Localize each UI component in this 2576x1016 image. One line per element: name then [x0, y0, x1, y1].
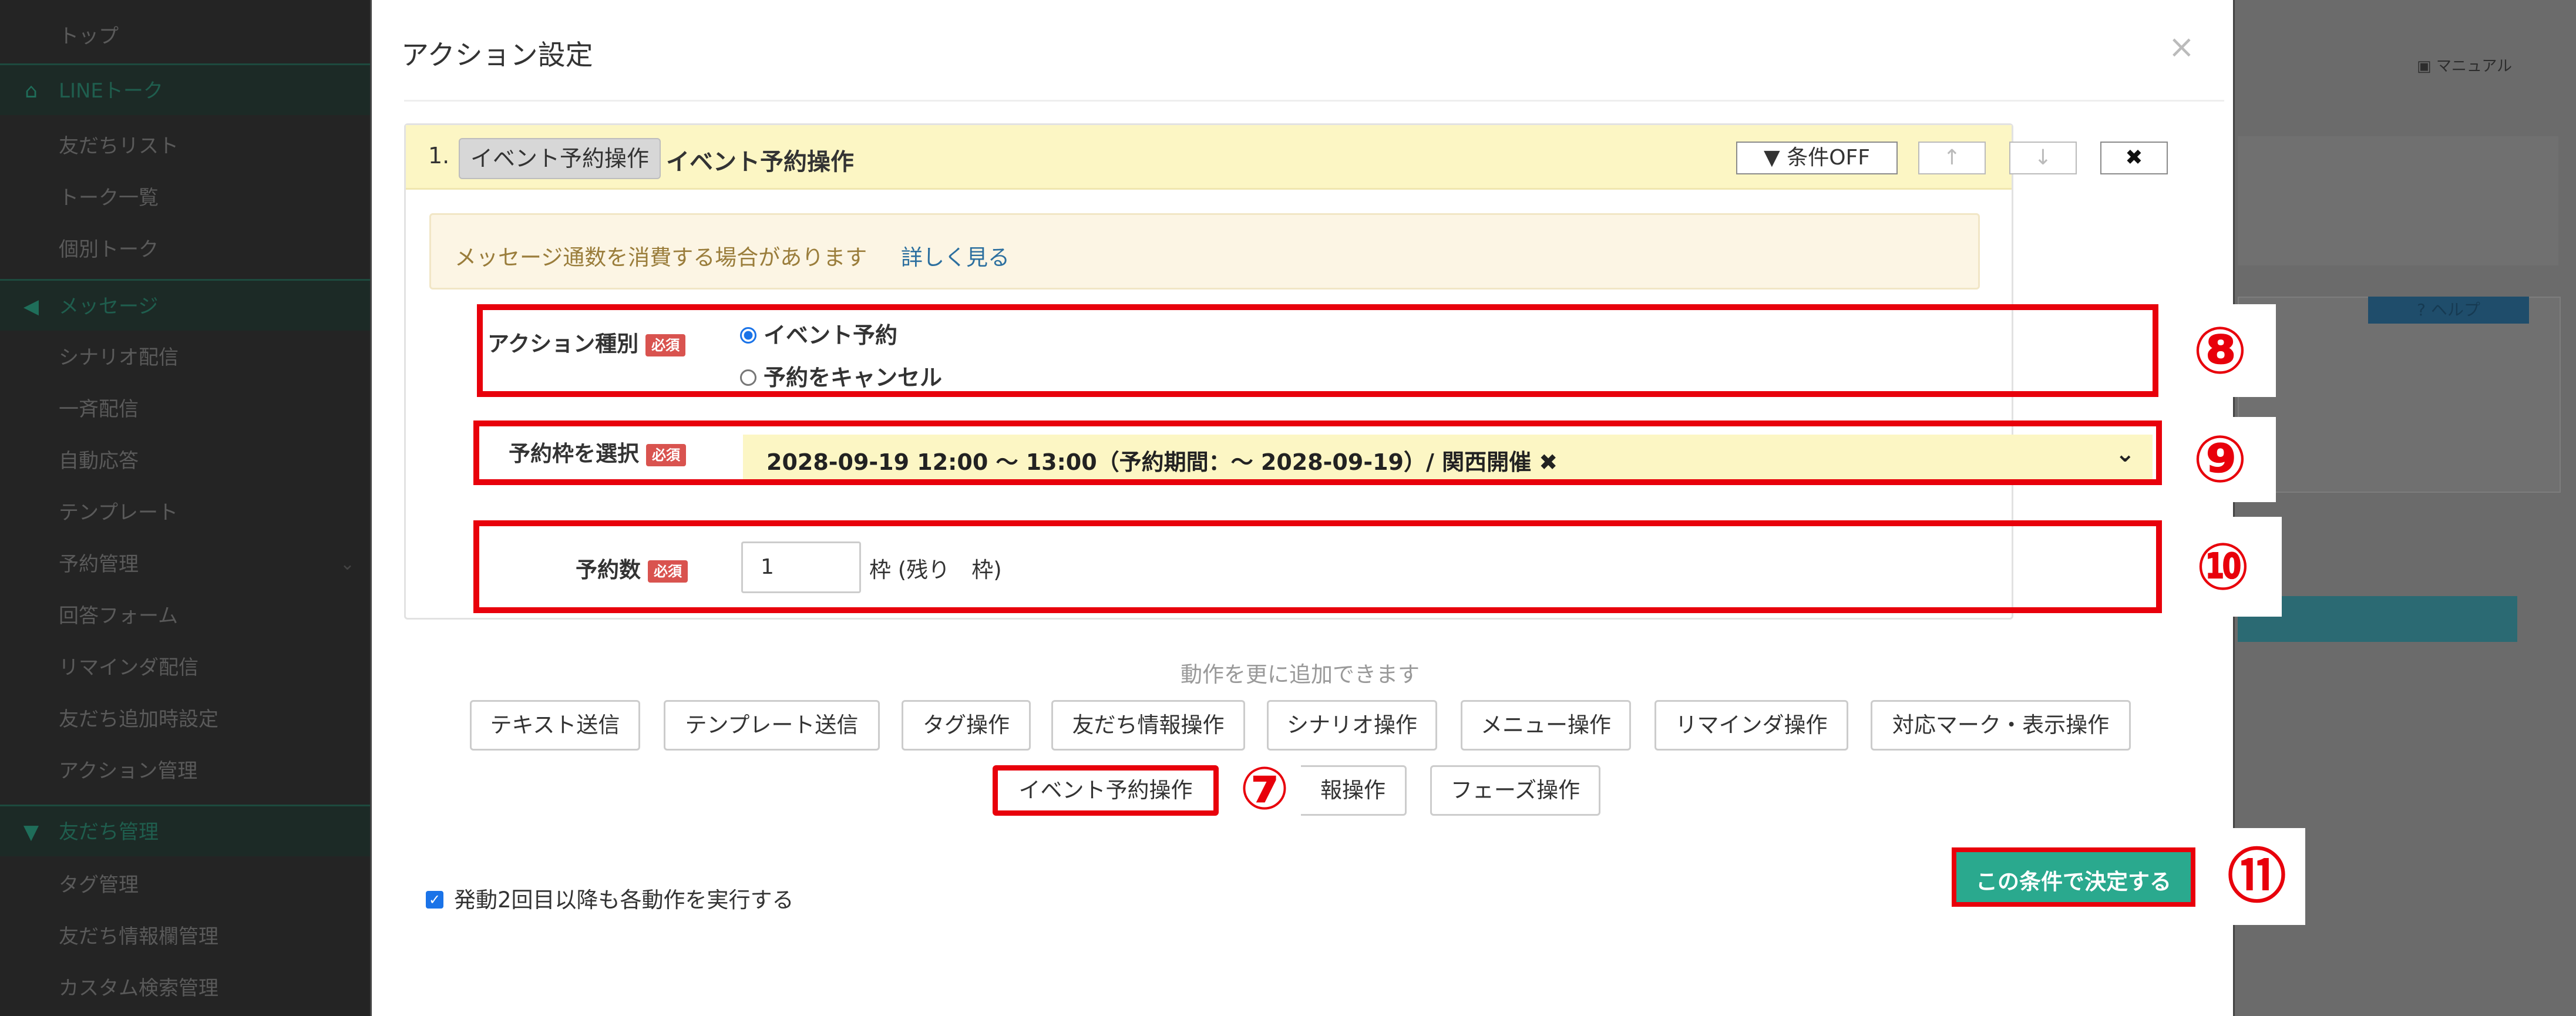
radio-checked-icon	[740, 327, 756, 344]
action-number: 1.	[428, 143, 450, 169]
sidebar-section-line-talk[interactable]: ⌂ LINEトーク	[0, 63, 370, 115]
sidebar-item-label: 予約管理	[59, 553, 139, 576]
op-phase-button[interactable]: フェーズ操作	[1430, 765, 1600, 816]
slot-label-text: 予約枠を選択	[509, 441, 639, 466]
sidebar-section-label: LINEトーク	[59, 79, 163, 103]
help-button[interactable]: ? ヘルプ	[2368, 297, 2529, 324]
radio-unchecked-icon	[740, 369, 756, 386]
sidebar-item-template[interactable]: テンプレート	[0, 487, 370, 539]
sidebar-section-label: 友だち管理	[59, 820, 159, 844]
sidebar: トップ ⌂ LINEトーク 友だちリスト トーク一覧 個別トーク ◀ メッセージ シ…	[0, 0, 370, 1016]
move-down-button[interactable]: ↓	[2009, 142, 2077, 174]
op-info-button[interactable]: 報操作	[1301, 765, 1407, 816]
op-template-send-button[interactable]: テンプレート送信	[664, 700, 880, 751]
action-type-pill: イベント予約操作	[459, 138, 661, 179]
sidebar-section-label: メッセージ	[59, 295, 159, 318]
checkbox-checked-icon: ✓	[426, 890, 443, 909]
sidebar-item-action-manage[interactable]: アクション管理	[0, 745, 370, 797]
action-type-label-text: アクション種別	[487, 331, 639, 356]
action-card-header: 1. イベント予約操作 イベント予約操作 ▼ 条件OFF ↑ ↓ ✖	[406, 125, 2168, 190]
background-panel	[2238, 136, 2558, 265]
count-remaining-text: 枠 (残り 枠)	[869, 557, 1002, 583]
sidebar-item-friend-add-settings[interactable]: 友だち追加時設定	[0, 694, 370, 745]
op-friend-info-button[interactable]: 友だち情報操作	[1051, 700, 1245, 751]
callout-8: ⑧	[2164, 304, 2276, 397]
help-icon: ?	[2417, 300, 2426, 319]
required-badge: 必須	[648, 560, 688, 583]
op-mark-display-button[interactable]: 対応マーク・表示操作	[1871, 700, 2131, 751]
sidebar-item-form[interactable]: 回答フォーム	[0, 590, 370, 642]
chevron-down-icon: ⌄	[339, 554, 355, 574]
sidebar-item-top[interactable]: トップ	[0, 11, 370, 62]
condition-toggle-button[interactable]: ▼ 条件OFF	[1736, 142, 1898, 174]
callout-11: ⑪	[2208, 828, 2305, 925]
megaphone-icon: ◀	[23, 295, 39, 318]
action-type-label: アクション種別 必須	[487, 326, 686, 358]
count-label-text: 予約数	[576, 557, 641, 583]
sidebar-item-tag-manage[interactable]: タグ管理	[0, 859, 370, 911]
sidebar-section-friends[interactable]: ▼ 友だち管理	[0, 805, 370, 856]
sidebar-item-scenario[interactable]: シナリオ配信	[0, 332, 370, 383]
condition-label: 条件OFF	[1787, 146, 1870, 170]
sidebar-item-reservation[interactable]: 予約管理 ⌄	[0, 539, 370, 590]
sidebar-item-individual-talk[interactable]: 個別トーク	[0, 224, 370, 275]
slot-label: 予約枠を選択 必須	[509, 436, 686, 467]
close-icon[interactable]: ×	[2168, 28, 2195, 65]
filter-icon: ▼	[23, 820, 39, 844]
op-menu-button[interactable]: メニュー操作	[1461, 700, 1631, 751]
op-scenario-button[interactable]: シナリオ操作	[1267, 700, 1437, 751]
sidebar-item-broadcast[interactable]: 一斉配信	[0, 383, 370, 435]
sidebar-item-reminder[interactable]: リマインダ配信	[0, 642, 370, 694]
arrow-up-icon: ↑	[1943, 146, 1961, 170]
close-icon: ✖	[2125, 146, 2143, 170]
radio-cancel-reserve[interactable]: 予約をキャンセル	[740, 359, 942, 392]
manual-link[interactable]: ▣ マニュアル	[2417, 54, 2512, 76]
callout-10: ⑩	[2164, 517, 2282, 617]
radio-label: 予約をキャンセル	[764, 365, 943, 391]
divider	[404, 100, 2224, 102]
repeat-checkbox-label: 発動2回目以降も各動作を実行する	[454, 887, 794, 913]
count-label: 予約数 必須	[576, 552, 688, 584]
sidebar-section-message[interactable]: ◀ メッセージ	[0, 279, 370, 331]
filter-icon: ▼	[1764, 146, 1780, 170]
required-badge: 必須	[645, 334, 686, 356]
op-event-reserve-button[interactable]: イベント予約操作	[993, 765, 1219, 816]
arrow-down-icon: ↓	[2034, 146, 2052, 170]
submit-button[interactable]: この条件で決定する	[1952, 847, 2195, 907]
action-title: イベント予約操作	[666, 149, 854, 176]
move-up-button[interactable]: ↑	[1918, 142, 1986, 174]
notice-box: メッセージ通数を消費する場合があります 詳しく見る	[429, 213, 1980, 290]
sidebar-item-talk-list[interactable]: トーク一覧	[0, 172, 370, 224]
book-icon: ▣	[2417, 58, 2432, 75]
notice-text: メッセージ通数を消費する場合があります	[455, 245, 867, 270]
help-label: ヘルプ	[2430, 300, 2480, 319]
reserve-count-input[interactable]: 1	[741, 541, 861, 593]
op-text-send-button[interactable]: テキスト送信	[470, 700, 640, 751]
radio-label: イベント予約	[764, 322, 898, 348]
sidebar-item-custom-search[interactable]: カスタム検索管理	[0, 963, 370, 1014]
sidebar-item-auto-reply[interactable]: 自動応答	[0, 435, 370, 487]
background-panel	[2238, 297, 2561, 493]
add-operation-hint: 動作を更に追加できます	[1181, 662, 1420, 687]
op-reminder-button[interactable]: リマインダ操作	[1654, 700, 1848, 751]
op-tag-button[interactable]: タグ操作	[902, 700, 1031, 751]
radio-event-reserve[interactable]: イベント予約	[740, 317, 897, 349]
modal-title: アクション設定	[401, 39, 593, 72]
repeat-checkbox[interactable]: ✓ 発動2回目以降も各動作を実行する	[426, 882, 794, 914]
details-link[interactable]: 詳しく見る	[901, 240, 1010, 271]
home-icon: ⌂	[25, 79, 38, 103]
callout-9: ⑨	[2164, 417, 2276, 502]
manual-label: マニュアル	[2436, 58, 2513, 75]
sidebar-item-friend-list[interactable]: 友だちリスト	[0, 120, 370, 172]
required-badge: 必須	[646, 443, 686, 466]
highlight-reserve-count	[473, 520, 2162, 613]
highlight-slot-select	[473, 420, 2162, 485]
callout-7: ⑦	[1223, 759, 1306, 818]
highlight-action-type	[477, 304, 2158, 397]
sidebar-item-info-field-manage[interactable]: 友だち情報欄管理	[0, 911, 370, 963]
delete-action-button[interactable]: ✖	[2100, 142, 2168, 174]
